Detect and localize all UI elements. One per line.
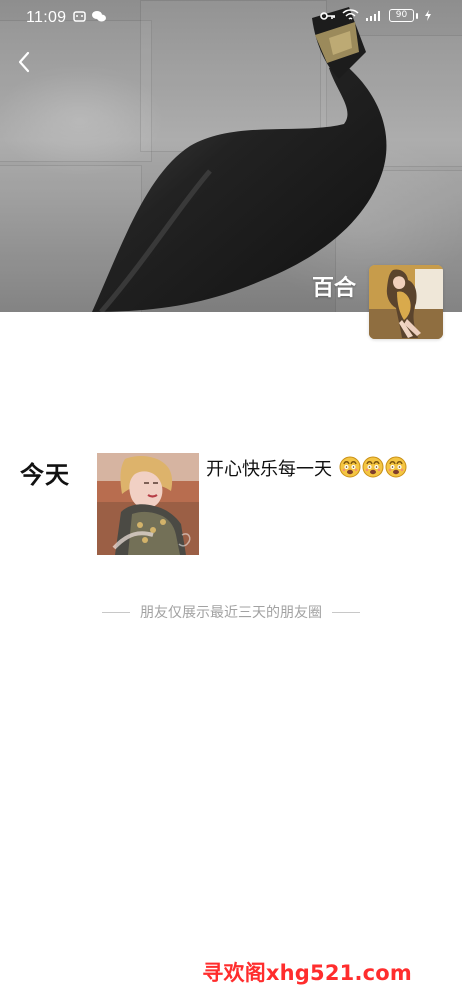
smiling-face-emoji [339,456,361,478]
signal-icon [366,11,380,21]
visibility-notice: 朋友仅展示最近三天的朋友圈 [0,602,462,622]
watermark-text: 寻欢阁xhg521.com [202,961,412,985]
divider-line-right [332,611,360,613]
divider-line-left [102,611,130,613]
charging-icon [425,10,431,21]
notice-text: 朋友仅展示最近三天的朋友圈 [140,605,322,621]
status-left-icons [72,9,107,24]
post-date-label: 今天 [20,461,70,489]
post-text: 开心快乐每一天 [206,455,407,481]
post-photo [97,453,199,555]
status-time: 11:09 [26,9,67,26]
post-image[interactable] [97,453,199,555]
notification-icon [73,11,86,22]
smiling-face-emoji [385,456,407,478]
smiling-face-emoji [362,456,384,478]
battery-icon: 90 [389,9,418,22]
post-caption: 开心快乐每一天 [206,459,332,480]
key-icon [320,11,335,20]
avatar[interactable] [369,265,443,339]
wechat-icon [92,11,106,22]
profile-name: 百合 [311,276,356,301]
status-right-icons: 90 [320,9,432,22]
avatar-photo [369,265,443,339]
battery-cap [416,12,418,19]
back-button[interactable] [10,48,38,76]
battery-level: 90 [389,9,414,22]
emoji-group [339,456,407,478]
wifi-icon [342,9,359,20]
moments-profile-page: 11:09 90 百合 今天 开心快乐每一天 朋友仅展示最近三天的朋友圈 寻欢阁… [0,0,462,1000]
status-bar: 11:09 90 [0,0,462,34]
chevron-left-icon [18,51,30,73]
